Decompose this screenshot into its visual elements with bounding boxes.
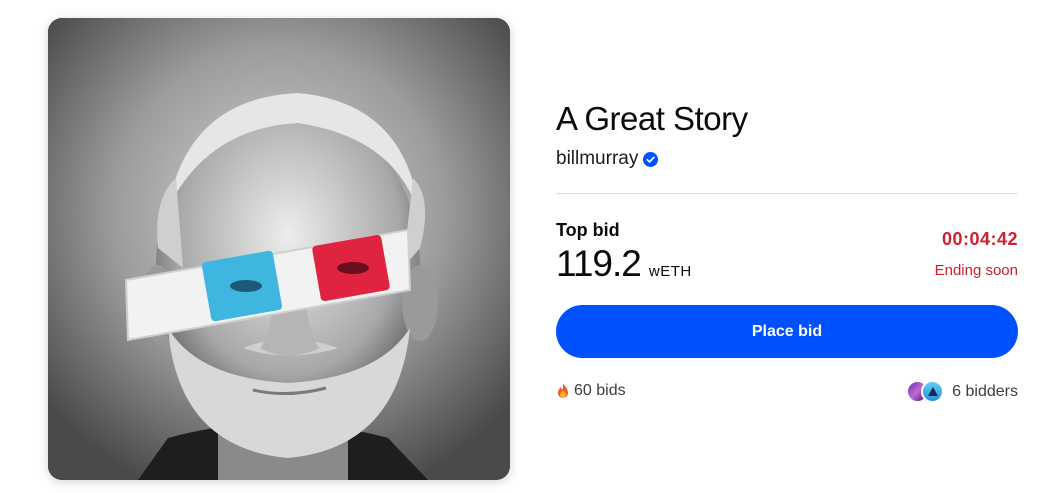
bid-amount: 119.2 <box>556 243 642 284</box>
place-bid-button[interactable]: Place bid <box>556 305 1018 358</box>
creator-name: billmurray <box>556 148 639 169</box>
ending-soon-label: Ending soon <box>934 262 1018 279</box>
auction-panel: A Great Story billmurray Top bid 119.2 w… <box>556 0 1018 493</box>
bidders-count-label: 6 bidders <box>952 382 1018 400</box>
bids-count[interactable]: 60 bids <box>556 382 626 400</box>
top-bid-value: 119.2 wETH <box>556 243 692 285</box>
countdown-timer: 00:04:42 <box>941 229 1018 249</box>
bidder-avatars <box>906 380 945 403</box>
bids-count-label: 60 bids <box>574 382 626 399</box>
verified-badge-icon <box>643 151 659 167</box>
bid-currency: wETH <box>648 263 692 280</box>
creator-link[interactable]: billmurray <box>556 148 659 170</box>
divider <box>556 193 1018 194</box>
fire-icon <box>558 383 568 398</box>
portrait-illustration <box>48 18 510 480</box>
artwork-title: A Great Story <box>556 100 748 137</box>
bidders-summary[interactable]: 6 bidders <box>906 380 1018 403</box>
artwork-image[interactable] <box>48 18 510 480</box>
avatar <box>921 380 945 403</box>
top-bid-label: Top bid <box>556 220 620 240</box>
